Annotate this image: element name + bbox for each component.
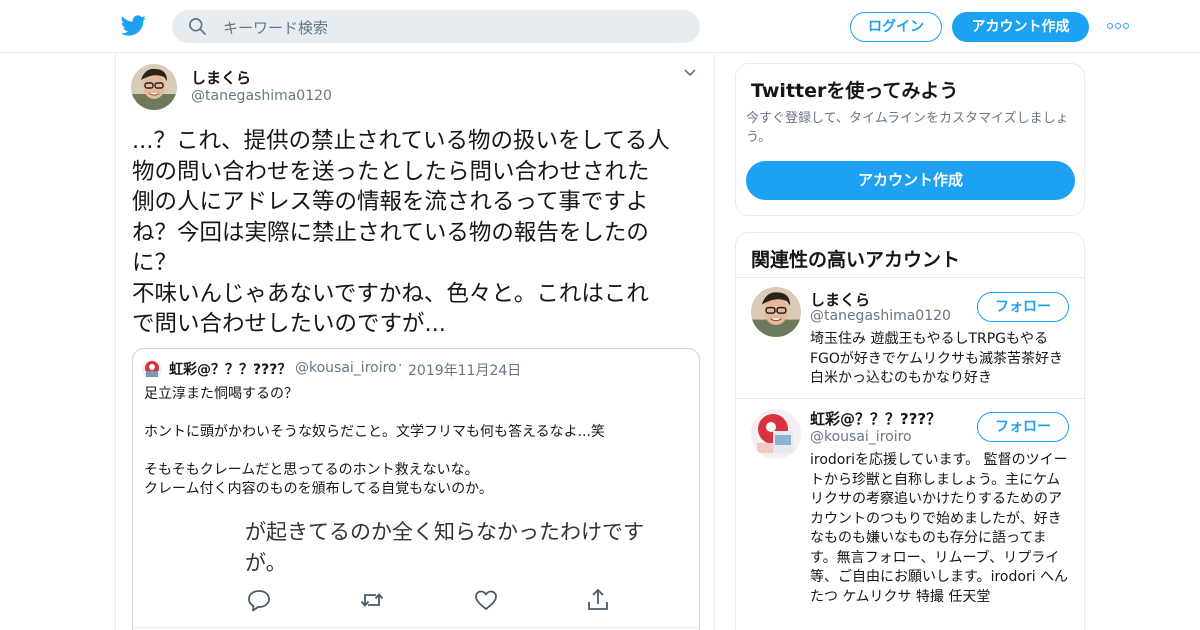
account-bio: irodoriを応援しています。 監督のツイートから珍獣と自称しましょう。主にケ… bbox=[810, 452, 1069, 605]
quote-text-line bbox=[144, 442, 689, 461]
quote-text-line: そもそもクレームだと思ってるのホント救えないな。 bbox=[144, 462, 479, 478]
search-icon bbox=[189, 18, 206, 35]
account-name[interactable]: しまくら bbox=[810, 289, 870, 310]
separator-dot: · bbox=[398, 358, 403, 374]
quote-text-line: ホントに頭がかわいそうな奴らだこと。文学フリマも何も答えるなよ...笑 bbox=[144, 424, 605, 440]
tweet-text-line: に？ bbox=[132, 250, 178, 276]
avatar[interactable] bbox=[751, 287, 801, 337]
related-accounts-card: 関連性の高いアカウント しまくら @tanegashima0120 フォロー 埼… bbox=[735, 232, 1085, 630]
quote-text-line: 足立淳また恫喝するの？ bbox=[144, 386, 298, 402]
tweet-text-line: ね？今回は実際に禁止されている物の報告をしたの bbox=[132, 219, 649, 246]
account-handle[interactable]: @tanegashima0120 bbox=[810, 308, 951, 324]
image-text: が起きてるのか全く知らなかったわけです が。 bbox=[245, 517, 665, 579]
signup-prompt-card: Twitterを使ってみよう 今すぐ登録して、タイムラインをカスタマイズしましょ… bbox=[735, 63, 1085, 216]
signup-button[interactable]: アカウント作成 bbox=[952, 12, 1089, 42]
quote-avatar[interactable] bbox=[142, 359, 162, 379]
user-photo-icon bbox=[751, 287, 801, 337]
twitter-bird-icon[interactable] bbox=[120, 13, 147, 38]
search-placeholder[interactable]: キーワード検索 bbox=[223, 17, 328, 38]
quote-author-name[interactable]: 虹彩@？？？???？ bbox=[169, 359, 291, 379]
chevron-down-icon[interactable] bbox=[683, 68, 697, 78]
signup-card-title: Twitterを使ってみよう bbox=[751, 80, 959, 102]
related-account-item[interactable]: 虹彩@？？？???？ @kousai_iroiro フォロー irodoriを応… bbox=[736, 399, 1084, 630]
avatar[interactable] bbox=[751, 409, 801, 459]
tweet-author-name[interactable]: しまくら bbox=[191, 67, 251, 88]
tweet-detail: しまくら @tanegashima0120 ...？これ、提供の禁止されている物… bbox=[115, 54, 715, 630]
account-handle[interactable]: @kousai_iroiro bbox=[810, 429, 912, 445]
user-photo-icon bbox=[751, 409, 801, 459]
user-photo-icon bbox=[131, 64, 177, 110]
account-bio: 埼玉住み 遊戯王もやるしTRPGもやるFGOが好きでケムリクサも滅茶苦茶好き 白… bbox=[810, 331, 1063, 386]
top-navigation-bar: キーワード検索 ログイン アカウント作成 bbox=[0, 0, 1200, 53]
quote-date[interactable]: 2019年11月24日 bbox=[408, 360, 521, 380]
reply-icon[interactable] bbox=[246, 587, 272, 613]
signup-card-description: 今すぐ登録して、タイムラインをカスタマイズしましょう。 bbox=[746, 111, 1069, 145]
tweet-text: ...？これ、提供の禁止されている物の扱いをしてる人 物の問い合わせを送ったとし… bbox=[132, 126, 702, 340]
tweet-author-handle[interactable]: @tanegashima0120 bbox=[191, 88, 332, 104]
like-icon[interactable] bbox=[473, 587, 499, 613]
divider bbox=[133, 627, 699, 628]
tweet-text-line: ...？これ、提供の禁止されている物の扱いをしてる人 bbox=[132, 128, 670, 154]
tweet-text-line: 物の問い合わせを送ったとしたら問い合わせされた bbox=[132, 158, 650, 185]
quote-author-handle[interactable]: @kousai_iroiro bbox=[295, 360, 397, 376]
related-accounts-title: 関連性の高いアカウント bbox=[751, 249, 961, 271]
image-text-line: が起きてるのか全く知らなかったわけです bbox=[245, 520, 644, 544]
follow-button[interactable]: フォロー bbox=[977, 292, 1069, 322]
signup-card-button[interactable]: アカウント作成 bbox=[746, 161, 1075, 200]
login-button[interactable]: ログイン bbox=[850, 12, 942, 42]
retweet-icon[interactable] bbox=[359, 587, 385, 613]
share-icon[interactable] bbox=[585, 587, 611, 613]
image-text-line: が。 bbox=[245, 551, 287, 575]
account-name[interactable]: 虹彩@？？？???？ bbox=[810, 408, 941, 429]
avatar[interactable] bbox=[131, 64, 177, 110]
quote-text-line bbox=[144, 404, 689, 423]
quote-text-line: クレーム付く内容のものを頒布してる自覚もないのか。 bbox=[144, 481, 493, 497]
user-photo-icon bbox=[142, 359, 162, 379]
tweet-text-line: 側の人にアドレス等の情報を流されるって事ですよ bbox=[132, 189, 649, 215]
search-box[interactable]: キーワード検索 bbox=[172, 10, 700, 43]
follow-button[interactable]: フォロー bbox=[977, 412, 1069, 442]
related-account-item[interactable]: しまくら @tanegashima0120 フォロー 埼玉住み 遊戯王もやるしT… bbox=[736, 278, 1084, 398]
tweet-action-bar bbox=[133, 587, 699, 617]
more-dots-icon[interactable] bbox=[1107, 22, 1129, 30]
quote-text: 足立淳また恫喝するの？ ホントに頭がかわいそうな奴らだこと。文学フリマも何も答え… bbox=[144, 385, 689, 499]
tweet-text-line: で問い合わせしたいのですが... bbox=[132, 311, 446, 337]
tweet-text-line: 不味いんじゃあないですかね、色々と。これはこれ bbox=[132, 280, 649, 307]
quoted-tweet[interactable]: 虹彩@？？？???？ @kousai_iroiro · 2019年11月24日 … bbox=[132, 348, 700, 630]
